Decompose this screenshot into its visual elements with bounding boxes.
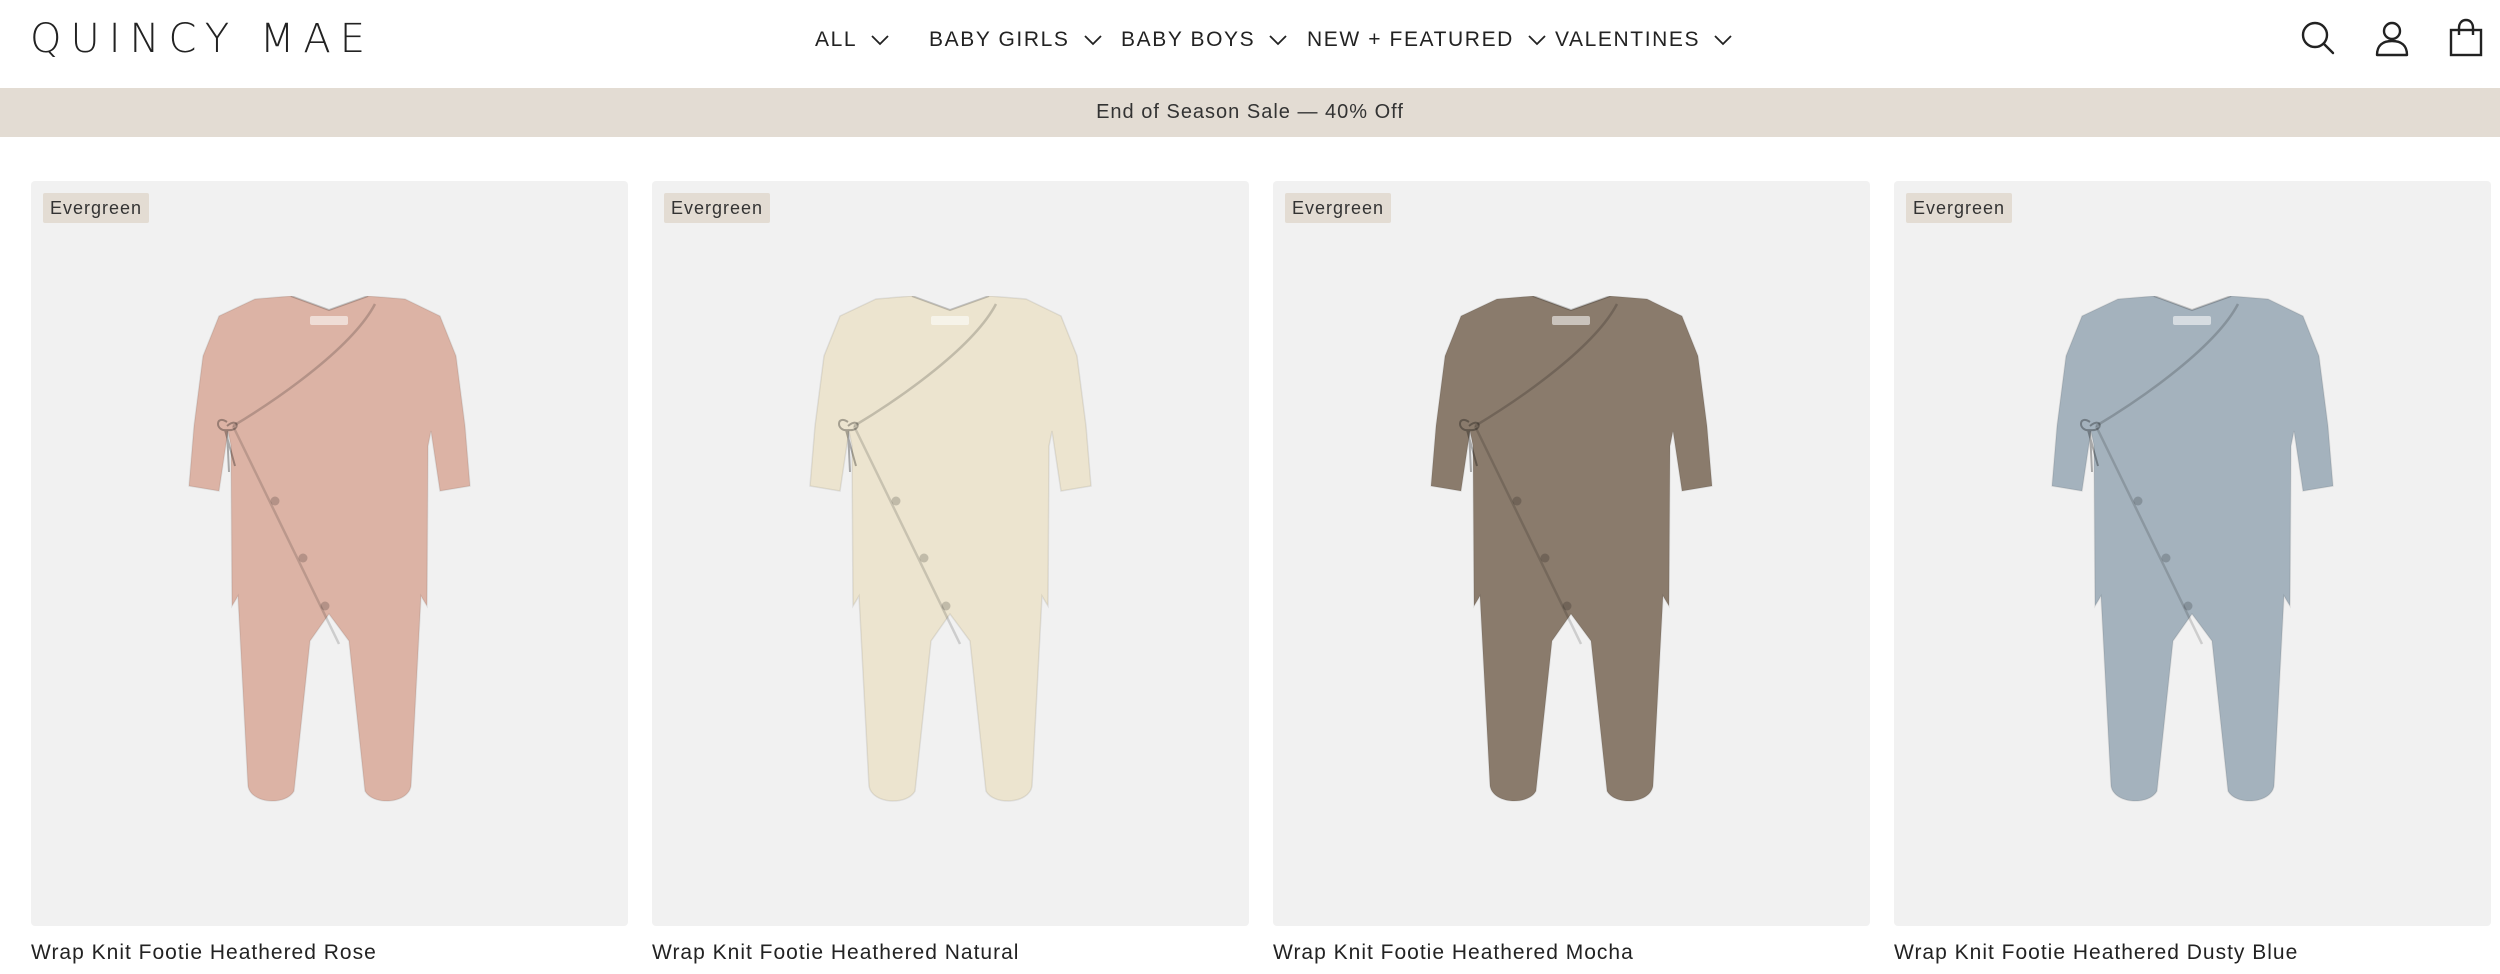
onesie-image <box>188 296 471 802</box>
product-badge: Evergreen <box>1906 193 2013 223</box>
product-card[interactable]: Evergreen Wrap Knit Footie Heathered Moc… <box>1273 181 1870 974</box>
main-nav: ALL BABY GIRLS BABY BOYS NEW + FEATURED … <box>0 22 2500 58</box>
chevron-down-icon <box>1083 35 1102 46</box>
product-image[interactable]: Evergreen <box>652 181 1249 926</box>
nav-item-valentines[interactable]: VALENTINES <box>1555 22 1734 58</box>
nav-item-label: NEW + FEATURED <box>1307 28 1514 51</box>
onesie-image <box>809 296 1092 802</box>
product-badge: Evergreen <box>1285 193 1392 223</box>
account-icon[interactable] <box>2372 18 2412 58</box>
product-title[interactable]: Wrap Knit Footie Heathered Rose <box>31 941 377 965</box>
product-title[interactable]: Wrap Knit Footie Heathered Mocha <box>1273 941 1634 965</box>
chevron-down-icon <box>1269 35 1287 46</box>
chevron-down-icon <box>1528 35 1546 46</box>
nav-item-baby-girls[interactable]: BABY GIRLS <box>929 22 1104 58</box>
cart-icon[interactable] <box>2446 18 2486 58</box>
onesie-image <box>2051 296 2334 802</box>
promo-banner[interactable]: End of Season Sale — 40% Off <box>0 88 2500 137</box>
nav-item-label: VALENTINES <box>1555 28 1701 51</box>
product-image[interactable]: Evergreen <box>1894 181 2491 926</box>
nav-item-label: ALL <box>815 28 858 51</box>
product-card[interactable]: Evergreen Wrap Knit Footie Heathered Ros… <box>31 181 628 974</box>
search-icon[interactable] <box>2298 18 2338 58</box>
product-card[interactable]: Evergreen Wrap Knit Footie Heathered Dus… <box>1894 181 2491 974</box>
promo-banner-text: End of Season Sale — 40% Off <box>1096 101 1404 123</box>
product-card[interactable]: Evergreen Wrap Knit Footie Heathered Nat… <box>652 181 1249 974</box>
nav-item-all[interactable]: ALL <box>815 22 891 58</box>
chevron-down-icon <box>1714 35 1732 46</box>
site-header: QUINCY MAE ALL BABY GIRLS BABY BOYS NEW … <box>0 0 2500 88</box>
product-badge: Evergreen <box>664 193 771 223</box>
product-title[interactable]: Wrap Knit Footie Heathered Dusty Blue <box>1894 941 2298 965</box>
onesie-image <box>1430 296 1713 802</box>
chevron-down-icon <box>871 35 889 46</box>
product-title[interactable]: Wrap Knit Footie Heathered Natural <box>652 941 1019 965</box>
nav-item-baby-boys[interactable]: BABY BOYS <box>1121 22 1289 58</box>
nav-item-label: BABY BOYS <box>1121 28 1256 51</box>
nav-item-new-featured[interactable]: NEW + FEATURED <box>1307 22 1548 58</box>
product-badge: Evergreen <box>43 193 150 223</box>
product-image[interactable]: Evergreen <box>31 181 628 926</box>
nav-item-label: BABY GIRLS <box>929 28 1070 51</box>
product-image[interactable]: Evergreen <box>1273 181 1870 926</box>
